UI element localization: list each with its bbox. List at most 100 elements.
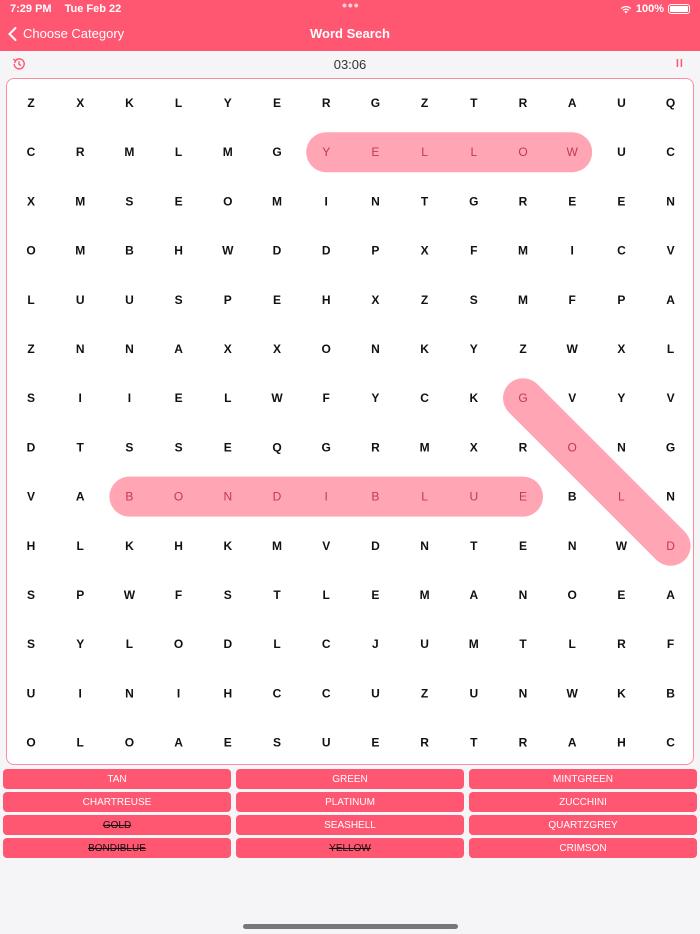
grid-cell-r9-c8[interactable]: N <box>420 539 429 553</box>
grid-cell-r7-c6[interactable]: G <box>322 440 331 454</box>
grid-cell-r3-c12[interactable]: C <box>617 244 626 258</box>
grid-cell-r7-c10[interactable]: R <box>519 440 528 454</box>
grid-cell-r9-c13[interactable]: D <box>666 539 675 553</box>
grid-cell-r10-c2[interactable]: W <box>124 588 136 602</box>
grid-cell-r2-c9[interactable]: G <box>469 194 478 208</box>
grid-cell-r13-c4[interactable]: E <box>224 736 232 750</box>
grid-cell-r10-c11[interactable]: O <box>568 588 577 602</box>
grid-cell-r8-c3[interactable]: O <box>174 490 183 504</box>
grid-cell-r9-c9[interactable]: T <box>470 539 478 553</box>
grid-cell-r9-c11[interactable]: N <box>568 539 577 553</box>
grid-cell-r7-c12[interactable]: N <box>617 440 626 454</box>
grid-cell-r7-c7[interactable]: R <box>371 440 380 454</box>
grid-cell-r4-c4[interactable]: P <box>224 293 232 307</box>
grid-cell-r0-c10[interactable]: R <box>519 96 528 110</box>
grid-cell-r11-c11[interactable]: L <box>569 637 576 651</box>
grid-cell-r12-c6[interactable]: C <box>322 686 331 700</box>
grid-cell-r1-c11[interactable]: W <box>567 145 579 159</box>
grid-cell-r4-c1[interactable]: U <box>76 293 85 307</box>
grid-cell-r10-c6[interactable]: L <box>323 588 330 602</box>
grid-cell-r6-c3[interactable]: E <box>175 391 183 405</box>
grid-cell-r5-c12[interactable]: X <box>617 342 625 356</box>
grid-cell-r13-c11[interactable]: A <box>568 736 577 750</box>
grid-cell-r8-c6[interactable]: I <box>325 490 328 504</box>
grid-cell-r0-c7[interactable]: G <box>371 96 380 110</box>
grid-cell-r0-c12[interactable]: U <box>617 96 626 110</box>
grid-cell-r5-c7[interactable]: N <box>371 342 380 356</box>
grid-cell-r6-c8[interactable]: C <box>420 391 429 405</box>
grid-cell-r12-c13[interactable]: B <box>666 686 675 700</box>
grid-cell-r3-c1[interactable]: M <box>75 244 85 258</box>
grid-cell-r11-c12[interactable]: R <box>617 637 626 651</box>
grid-cell-r2-c13[interactable]: N <box>666 194 675 208</box>
grid-cell-r2-c6[interactable]: I <box>325 194 328 208</box>
grid-cell-r5-c2[interactable]: N <box>125 342 134 356</box>
grid-cell-r7-c13[interactable]: G <box>666 440 675 454</box>
grid-cell-r1-c5[interactable]: G <box>272 145 281 159</box>
grid-cell-r2-c11[interactable]: E <box>568 194 576 208</box>
grid-cell-r6-c0[interactable]: S <box>27 391 35 405</box>
grid-cell-r9-c7[interactable]: D <box>371 539 380 553</box>
grid-cell-r6-c5[interactable]: W <box>271 391 283 405</box>
grid-cell-r4-c9[interactable]: S <box>470 293 478 307</box>
grid-cell-r12-c1[interactable]: I <box>79 686 82 700</box>
grid-cell-r13-c2[interactable]: O <box>125 736 134 750</box>
grid-cell-r0-c9[interactable]: T <box>470 96 478 110</box>
grid-cell-r11-c4[interactable]: D <box>223 637 232 651</box>
grid-cell-r11-c7[interactable]: J <box>372 637 379 651</box>
grid-cell-r1-c6[interactable]: Y <box>322 145 330 159</box>
grid-cell-r10-c4[interactable]: S <box>224 588 232 602</box>
grid-cell-r3-c7[interactable]: P <box>371 244 379 258</box>
grid-cell-r1-c8[interactable]: L <box>421 145 428 159</box>
grid-cell-r2-c2[interactable]: S <box>125 194 133 208</box>
grid-cell-r8-c4[interactable]: N <box>223 490 232 504</box>
grid-cell-r9-c10[interactable]: E <box>519 539 527 553</box>
grid-cell-r7-c11[interactable]: O <box>568 440 577 454</box>
grid-cell-r10-c1[interactable]: P <box>76 588 84 602</box>
grid-cell-r7-c2[interactable]: S <box>125 440 133 454</box>
grid-cell-r7-c4[interactable]: E <box>224 440 232 454</box>
grid-cell-r0-c3[interactable]: L <box>175 96 182 110</box>
grid-cell-r9-c2[interactable]: K <box>125 539 134 553</box>
grid-cell-r0-c1[interactable]: X <box>76 96 84 110</box>
grid-cell-r13-c3[interactable]: A <box>174 736 183 750</box>
grid-cell-r6-c1[interactable]: I <box>79 391 82 405</box>
grid-cell-r12-c11[interactable]: W <box>567 686 579 700</box>
grid-cell-r6-c7[interactable]: Y <box>371 391 379 405</box>
grid-cell-r5-c5[interactable]: X <box>273 342 281 356</box>
grid-cell-r2-c7[interactable]: N <box>371 194 380 208</box>
grid-cell-r0-c8[interactable]: Z <box>421 96 428 110</box>
grid-cell-r11-c2[interactable]: L <box>126 637 133 651</box>
grid-cell-r5-c11[interactable]: W <box>567 342 579 356</box>
grid-cell-r5-c4[interactable]: X <box>224 342 232 356</box>
grid-cell-r10-c9[interactable]: A <box>469 588 478 602</box>
grid-cell-r4-c0[interactable]: L <box>27 293 34 307</box>
home-indicator[interactable] <box>243 924 458 929</box>
grid-cell-r10-c3[interactable]: F <box>175 588 182 602</box>
grid-cell-r3-c10[interactable]: M <box>518 244 528 258</box>
grid-cell-r6-c11[interactable]: V <box>568 391 576 405</box>
grid-cell-r12-c10[interactable]: N <box>519 686 528 700</box>
grid-cell-r3-c2[interactable]: B <box>125 244 134 258</box>
grid-cell-r3-c5[interactable]: D <box>273 244 282 258</box>
grid-cell-r1-c3[interactable]: L <box>175 145 182 159</box>
grid-cell-r2-c12[interactable]: E <box>617 194 625 208</box>
grid-cell-r13-c1[interactable]: L <box>77 736 84 750</box>
grid-cell-r11-c13[interactable]: F <box>667 637 674 651</box>
grid-cell-r3-c13[interactable]: V <box>667 244 675 258</box>
grid-cell-r7-c1[interactable]: T <box>77 440 85 454</box>
grid-cell-r12-c7[interactable]: U <box>371 686 380 700</box>
grid-cell-r0-c6[interactable]: R <box>322 96 331 110</box>
grid-cell-r2-c10[interactable]: R <box>519 194 528 208</box>
grid-cell-r9-c3[interactable]: H <box>174 539 183 553</box>
grid-cell-r2-c0[interactable]: X <box>27 194 35 208</box>
grid-cell-r12-c2[interactable]: N <box>125 686 134 700</box>
grid-cell-r7-c9[interactable]: X <box>470 440 478 454</box>
grid-cell-r9-c0[interactable]: H <box>27 539 36 553</box>
grid-cell-r6-c6[interactable]: F <box>323 391 330 405</box>
grid-cell-r5-c0[interactable]: Z <box>27 342 34 356</box>
grid-cell-r7-c8[interactable]: M <box>420 440 430 454</box>
grid-cell-r2-c3[interactable]: E <box>175 194 183 208</box>
grid-cell-r10-c0[interactable]: S <box>27 588 35 602</box>
grid-cell-r1-c1[interactable]: R <box>76 145 85 159</box>
